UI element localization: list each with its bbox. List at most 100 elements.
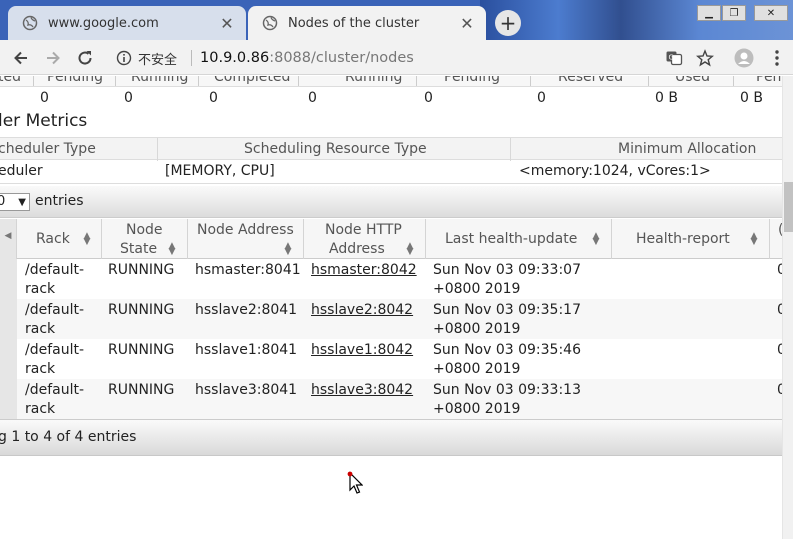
rack-cell: rack [25,281,56,297]
scheduler-metrics-table: cheduler Type Scheduling Resource Type M… [0,137,782,184]
cluster-metrics-header: ted Pending Running Completed Running Pe… [0,76,782,87]
metric-header: Running [345,76,403,85]
nodes-table-header: ◀ Rack ▲ ▼ Node State ▲ ▼ Node Address ▲ ▼ … [0,219,782,259]
tab-google[interactable]: www.google.com ✕ [8,6,246,40]
table-info: g 1 to 4 of 4 entries [0,429,137,445]
entries-select[interactable]: 0 ▼ [0,193,30,211]
reload-icon[interactable] [73,46,97,70]
divider [191,50,193,66]
divider [733,76,734,86]
metric-header: Running [131,76,189,85]
globe-icon [22,15,38,31]
column-header: Minimum Allocation [618,141,757,157]
column-header-rack[interactable]: Rack ▲ ▼ [17,219,102,259]
tab-strip: www.google.com ✕ Nodes of the cluster ✕ … [0,0,793,40]
sort-icon: ▲ ▼ [592,231,600,247]
back-icon[interactable] [9,46,33,70]
node-http-link[interactable]: hsmaster:8042 [311,261,417,280]
column-header-node-address[interactable]: Node Address ▲ ▼ [188,219,304,259]
divider [530,76,531,86]
mouse-cursor-icon [347,471,364,495]
metric-value: 0 [537,90,546,106]
table-row: /default- rack RUNNING hsslave1:8041 hss… [0,339,782,379]
state-cell: RUNNING [108,342,175,358]
sort-icon: ▲ ▼ [750,231,758,247]
tab-nodes[interactable]: Nodes of the cluster ✕ [248,6,486,40]
column-header-health-report[interactable]: Health-report ▲ ▼ [612,219,770,259]
row-strip [0,379,17,419]
metric-header: Pending [444,76,500,85]
state-cell: RUNNING [108,262,175,278]
close-tab-icon[interactable]: ✕ [458,14,476,33]
metric-value: 0 [40,90,49,106]
column-header-left[interactable]: ◀ [0,219,17,259]
scrollbar-thumb[interactable] [784,182,793,232]
divider [510,138,511,161]
entries-label: entries [35,193,84,209]
rack-cell: rack [25,321,56,337]
restore-icon[interactable]: ❐ [722,5,746,21]
profile-icon[interactable] [732,46,756,70]
security-label: 不安全 [138,52,178,68]
forward-icon[interactable] [41,46,65,70]
browser-toolbar: 不安全 10.9.0.86 :8088/cluster/nodes G [0,40,793,75]
url-host: 10.9.0.86 [200,50,270,66]
chevron-down-icon: ▼ [18,196,26,208]
divider [416,76,417,86]
scheduler-type-value: eduler [0,163,43,179]
metric-value: 0 [124,90,133,106]
state-cell: RUNNING [108,382,175,398]
metric-value: 0 [209,90,218,106]
scheduler-metrics-title: ler Metrics [0,111,88,131]
sort-icon: ▲ ▼ [168,241,176,257]
metric-header: Completed [214,76,291,85]
menu-icon[interactable] [765,46,789,70]
divider [0,183,782,184]
health-update-cell: +0800 2019 [433,321,521,337]
node-http-link[interactable]: hsslave1:8042 [311,341,413,360]
table-row: /default- rack RUNNING hsslave2:8041 hss… [0,299,782,339]
sort-icon: ▲ ▼ [284,241,292,257]
close-tab-icon[interactable]: ✕ [218,14,236,33]
state-cell: RUNNING [108,302,175,318]
sort-icon: ◀ [4,231,12,241]
divider [115,76,116,86]
metric-header: Reserved [558,76,624,85]
minimize-icon[interactable]: ▁ [697,5,721,21]
address-cell: hsslave3:8041 [195,382,298,398]
info-icon[interactable] [116,50,132,66]
divider [198,76,199,86]
column-header-node-http-address[interactable]: Node HTTP Address ▲ ▼ [304,219,426,259]
table-info-bar: g 1 to 4 of 4 entries [0,419,782,456]
node-http-link[interactable]: hsslave2:8042 [311,301,413,320]
health-update-cell: Sun Nov 03 09:35:46 [433,342,581,358]
column-header-last-health-update[interactable]: Last health-update ▲ ▼ [426,219,612,259]
page-content: ted Pending Running Completed Running Pe… [0,76,782,539]
column-header: cheduler Type [0,141,96,157]
health-update-cell: +0800 2019 [433,401,521,417]
rack-cell: /default- [25,342,85,358]
rack-cell: /default- [25,302,85,318]
health-update-cell: +0800 2019 [433,281,521,297]
column-header-truncated[interactable]: ( [770,219,782,259]
star-icon[interactable] [693,46,717,70]
rack-cell: /default- [25,262,85,278]
window-background [480,0,793,40]
rack-cell: rack [25,361,56,377]
metric-value: 0 [308,90,317,106]
close-window-icon[interactable]: ✕ [754,5,788,21]
address-cell: hsslave1:8041 [195,342,298,358]
vertical-scrollbar[interactable] [782,76,793,539]
metric-header: Used [675,76,711,85]
resource-type-value: [MEMORY, CPU] [165,163,275,179]
metric-header: ted [0,76,21,85]
address-bar[interactable]: 不安全 10.9.0.86 :8088/cluster/nodes [108,44,724,72]
cluster-metrics-table: ted Pending Running Completed Running Pe… [0,76,782,109]
translate-icon[interactable]: G [662,46,686,70]
tab-title: Nodes of the cluster [288,15,420,31]
sort-icon: ▲ ▼ [406,241,414,257]
column-header: Scheduling Resource Type [244,141,427,157]
new-tab-button[interactable]: + [495,10,521,36]
node-http-link[interactable]: hsslave3:8042 [311,381,413,400]
column-header-node-state[interactable]: Node State ▲ ▼ [102,219,188,259]
